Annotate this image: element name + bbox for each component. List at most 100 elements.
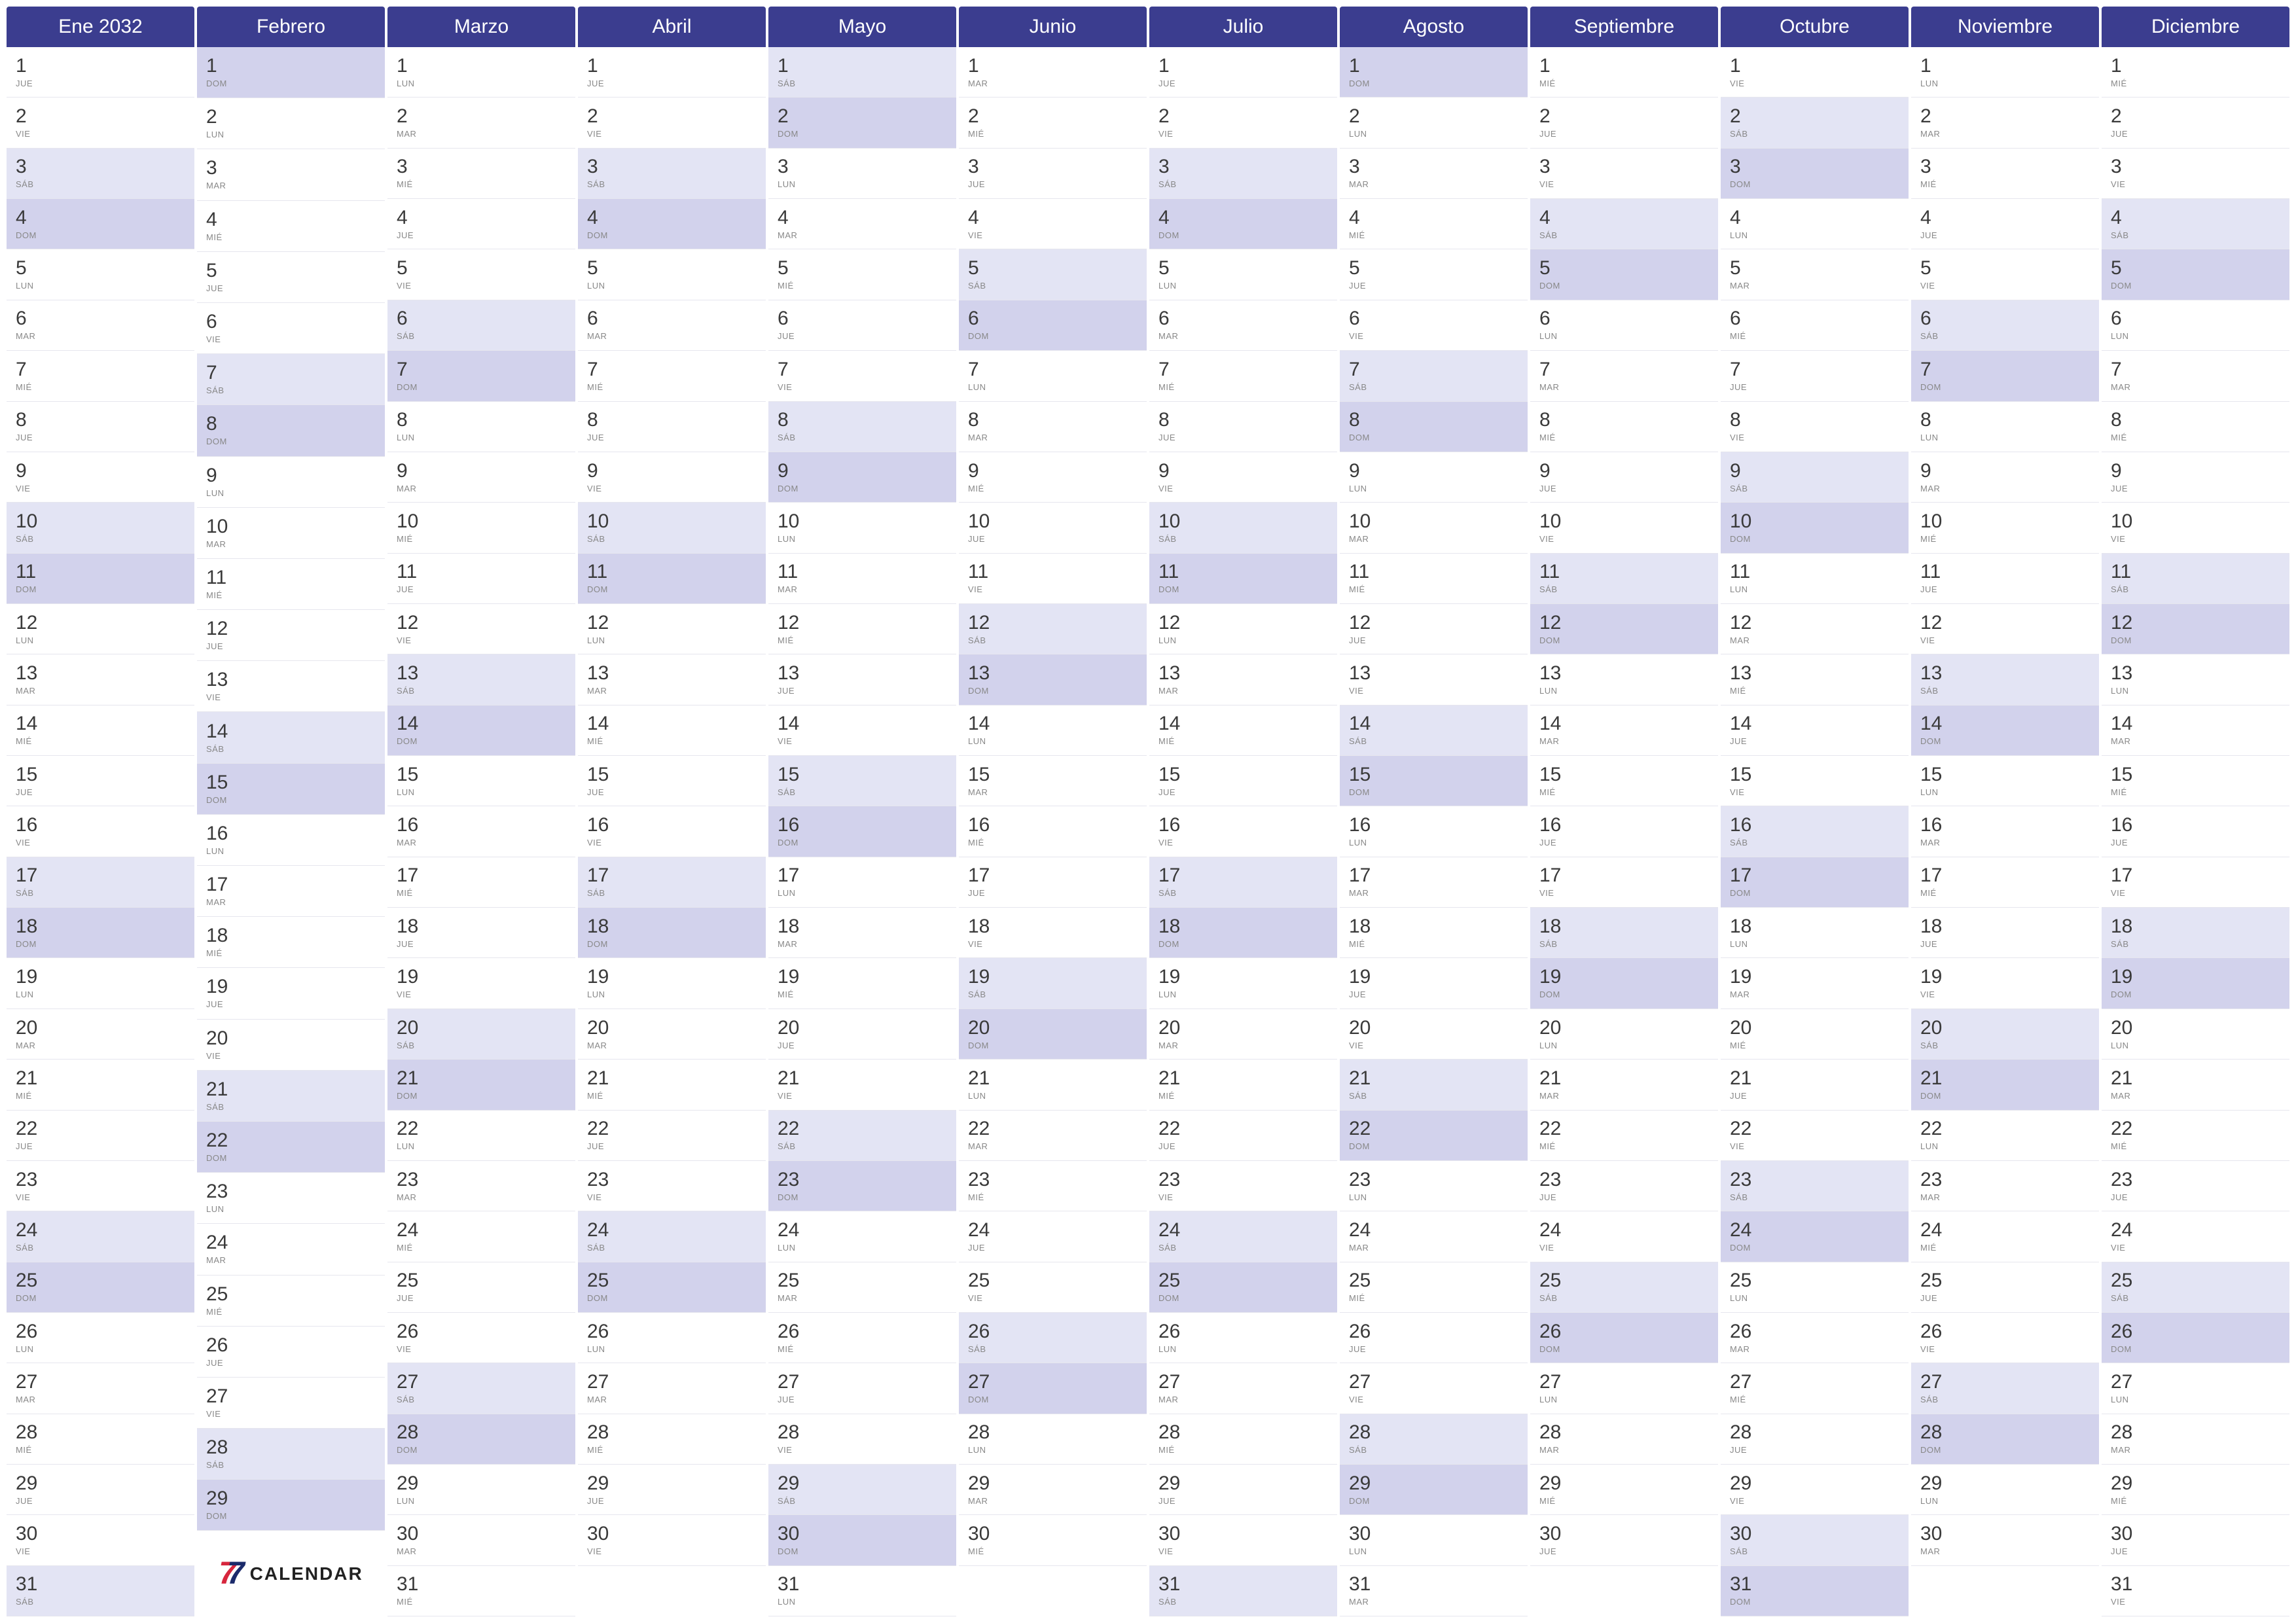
day-cell: 26DOM [2102,1313,2289,1363]
day-cell: 12JUE [1340,604,1528,654]
day-number: 4 [2111,208,2280,228]
day-dow-label: SÁB [1349,382,1518,392]
day-dow-label: DOM [2111,635,2280,645]
day-cell: 17SÁB [7,857,194,908]
day-dow-label: SÁB [1158,179,1328,189]
day-cell: 2JUE [1530,98,1718,148]
day-cell: 3MIÉ [387,149,575,199]
day-number: 26 [587,1322,757,1342]
day-number: 30 [1730,1524,1899,1544]
day-dow-label: VIE [16,1192,185,1202]
day-number: 26 [2111,1322,2280,1342]
day-dow-label: LUN [397,433,566,442]
day-dow-label: DOM [1730,179,1899,189]
day-cell: 2MAR [1911,98,2099,148]
day-cell: 2VIE [1149,98,1337,148]
day-cell: 14MAR [2102,705,2289,756]
day-cell: 21VIE [768,1060,956,1110]
day-cell: 27SÁB [387,1363,575,1414]
day-number: 25 [1158,1271,1328,1291]
day-number: 8 [2111,410,2280,430]
day-number: 14 [1158,714,1328,734]
day-cell: 23JUE [2102,1161,2289,1211]
day-number: 1 [587,56,757,76]
day-dow-label: LUN [206,130,376,139]
day-number: 14 [397,714,566,734]
day-number: 13 [16,664,185,683]
day-cell: 14DOM [387,705,575,756]
day-number: 9 [587,461,757,481]
day-dow-label: VIE [1349,1395,1518,1404]
day-number: 24 [16,1221,185,1240]
month-header: Mayo [768,7,956,47]
day-number: 6 [397,309,566,329]
day-cell: 9DOM [768,452,956,503]
day-cell: 14DOM [1911,705,2099,756]
day-cell: 26DOM [1530,1313,1718,1363]
day-dow-label: SÁB [16,534,185,544]
day-cell: 10MAR [197,508,385,559]
day-dow-label: LUN [778,1243,947,1253]
day-cell: 5LUN [7,249,194,300]
day-dow-label: JUE [206,999,376,1009]
day-number: 3 [16,157,185,177]
day-number: 31 [16,1575,185,1594]
day-dow-label: MAR [16,1395,185,1404]
day-dow-label: MAR [397,129,566,139]
day-number: 26 [1158,1322,1328,1342]
day-dow-label: DOM [1349,1141,1518,1151]
day-cell: 11DOM [7,554,194,604]
day-number: 7 [397,360,566,380]
day-cell: 13SÁB [1911,654,2099,705]
day-dow-label: MAR [16,1041,185,1050]
day-dow-label: MIÉ [206,1307,376,1317]
days-list: 1VIE2SÁB3DOM4LUN5MAR6MIÉ7JUE8VIE9SÁB10DO… [1721,47,1909,1616]
day-number: 28 [1349,1423,1518,1442]
day-dow-label: MIÉ [1920,888,2090,898]
day-dow-label: SÁB [968,1344,1138,1354]
day-dow-label: JUE [1730,1091,1899,1101]
day-number: 20 [778,1018,947,1038]
day-number: 25 [206,1285,376,1304]
day-dow-label: MIÉ [397,888,566,898]
day-cell: 12DOM [1530,604,1718,654]
days-list: 1SÁB2DOM3LUN4MAR5MIÉ6JUE7VIE8SÁB9DOM10LU… [768,47,956,1616]
day-cell: 16MAR [1911,806,2099,857]
day-cell: 30MAR [1911,1515,2099,1565]
day-cell: 9VIE [7,452,194,503]
day-number: 14 [2111,714,2280,734]
day-number: 7 [968,360,1138,380]
day-number: 7 [778,360,947,380]
day-cell: 22SÁB [768,1111,956,1161]
day-cell: 6 SÁB [387,300,575,351]
day-dow-label: JUE [1349,990,1518,999]
day-number: 12 [1920,613,2090,633]
day-cell: 6MAR [578,300,766,351]
day-dow-label: SÁB [397,331,566,341]
day-dow-label: DOM [1539,1344,1709,1354]
day-dow-label: JUE [968,888,1138,898]
day-dow-label: SÁB [1349,1445,1518,1455]
day-empty [578,1566,766,1616]
day-cell: 31SÁB [7,1566,194,1616]
day-cell: 26MIÉ [768,1313,956,1363]
day-number: 28 [778,1423,947,1442]
day-cell: 1LUN [1911,47,2099,98]
day-cell: 28MAR [1530,1414,1718,1465]
day-cell: 2VIE [7,98,194,148]
day-dow-label: DOM [587,939,757,949]
day-number: 7 [1920,360,2090,380]
day-cell: 19JUE [1340,958,1528,1008]
day-number: 3 [1349,157,1518,177]
day-number: 4 [1158,208,1328,228]
day-cell: 3MAR [197,149,385,200]
day-cell: 4JUE [387,199,575,249]
day-dow-label: JUE [1730,382,1899,392]
day-dow-label: VIE [587,129,757,139]
day-number: 11 [206,568,376,588]
day-dow-label: MIÉ [397,1597,566,1607]
month-column: Febrero1DOM2LUN3MAR4MIÉ5JUE6VIE7SÁB8DOM9… [197,7,385,1616]
days-list: 1LUN2MAR3MIÉ4JUE5VIE6SÁB7DOM8LUN9MAR10MI… [1911,47,2099,1616]
day-dow-label: JUE [968,179,1138,189]
day-number: 3 [206,158,376,178]
